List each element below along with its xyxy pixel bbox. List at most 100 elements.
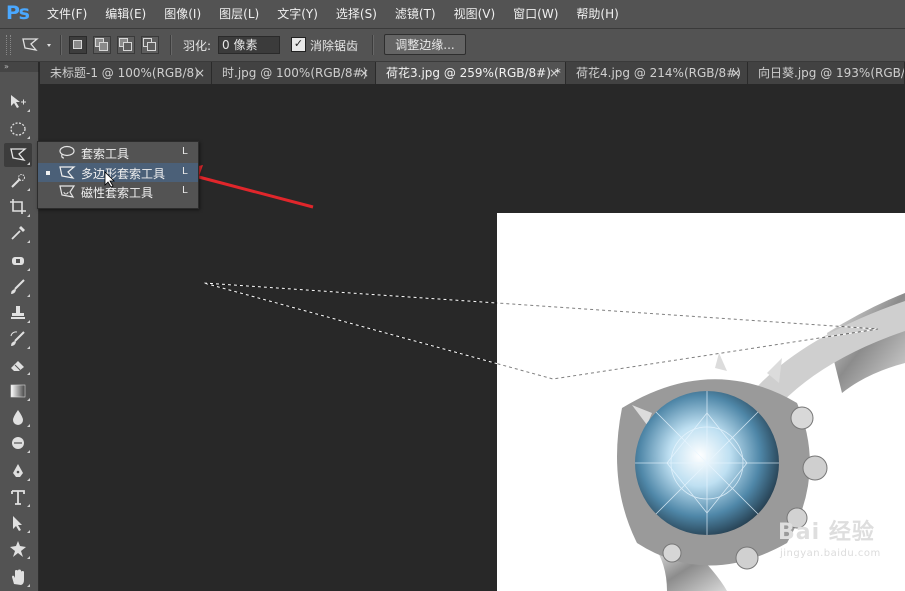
intersect-selection-button[interactable] (141, 36, 159, 54)
bandage-icon (12, 257, 24, 265)
tools-panel (0, 72, 39, 591)
move-tool[interactable] (4, 90, 32, 114)
options-bar: 羽化: 0 像素 ✓ 消除锯齿 调整边缘... (0, 29, 905, 62)
eraser-icon (11, 361, 24, 371)
stamp-icon (11, 306, 25, 319)
gradient-tool[interactable] (4, 379, 32, 403)
flyout-label: 套索工具 (81, 147, 130, 161)
magnetic-lasso-icon (59, 185, 76, 198)
tab-label: 未标题-1 @ 100%(RGB/8) (50, 66, 199, 80)
menu-image[interactable]: 图像(I) (155, 0, 210, 28)
flyout-label: 多边形套索工具 (81, 167, 166, 181)
healing-brush-tool[interactable] (4, 249, 32, 273)
tab-label: 时.jpg @ 100%(RGB/8#) (222, 66, 368, 80)
lasso-tool-flyout: 套索工具 L 多边形套索工具 L 磁性套索工具 L (37, 141, 199, 209)
lasso-icon (59, 145, 75, 159)
separator (372, 35, 374, 55)
path-selection-icon (13, 516, 22, 531)
marquee-tool[interactable] (4, 117, 32, 141)
history-brush-icon (10, 331, 25, 346)
separator (170, 35, 172, 55)
hand-icon (12, 569, 24, 585)
watermark-logo: Bai 经验 (778, 520, 875, 545)
menu-window[interactable]: 窗口(W) (504, 0, 567, 28)
brush-icon (11, 279, 25, 294)
custom-shape-tool[interactable] (4, 537, 32, 561)
antialias-checkbox[interactable]: ✓ (291, 37, 306, 52)
tab-untitled-1[interactable]: 未标题-1 @ 100%(RGB/8) × (40, 62, 212, 84)
flyout-item-lasso[interactable]: 套索工具 L (38, 143, 198, 162)
tab-label: 荷花4.jpg @ 214%(RGB/8#) (576, 66, 741, 80)
flyout-shortcut: L (182, 146, 188, 157)
add-to-selection-button[interactable] (93, 36, 111, 54)
subtract-from-selection-button[interactable] (117, 36, 135, 54)
menu-select[interactable]: 选择(S) (327, 0, 386, 28)
close-icon[interactable]: × (359, 62, 369, 84)
feather-label: 羽化: (183, 39, 212, 53)
tab-label: 荷花3.jpg @ 259%(RGB/8#) * (386, 66, 561, 80)
watermark-url: jingyan.baidu.com (780, 548, 881, 559)
path-selection-tool[interactable] (4, 511, 32, 535)
menu-file[interactable]: 文件(F) (38, 0, 96, 28)
menu-list: 文件(F) 编辑(E) 图像(I) 图层(L) 文字(Y) 选择(S) 滤镜(T… (38, 0, 628, 28)
menu-type[interactable]: 文字(Y) (268, 0, 327, 28)
brush-tool[interactable] (4, 275, 32, 299)
panel-collapse-button[interactable]: » (0, 62, 38, 72)
tab-shi-jpg[interactable]: 时.jpg @ 100%(RGB/8#) × (212, 62, 376, 84)
new-selection-button[interactable] (69, 36, 87, 54)
antialias-label: 消除锯齿 (310, 39, 359, 53)
dodge-tool[interactable] (4, 431, 32, 455)
quick-selection-icon (11, 174, 25, 188)
eyedropper-icon (11, 226, 25, 240)
refine-edge-button[interactable]: 调整边缘... (384, 34, 466, 55)
flyout-shortcut: L (182, 185, 188, 196)
options-grip[interactable] (6, 35, 11, 55)
pen-icon (13, 464, 23, 477)
menu-edit[interactable]: 编辑(E) (96, 0, 155, 28)
menu-filter[interactable]: 滤镜(T) (386, 0, 445, 28)
eyedropper-tool[interactable] (4, 221, 32, 245)
gradient-icon (10, 384, 26, 398)
document-tab-bar: 未标题-1 @ 100%(RGB/8) × 时.jpg @ 100%(RGB/8… (40, 62, 905, 84)
custom-shape-icon (10, 541, 26, 557)
tab-hehua3-jpg[interactable]: 荷花3.jpg @ 259%(RGB/8#) * × (376, 62, 566, 84)
close-icon[interactable]: × (731, 62, 741, 84)
tab-hehua4-jpg[interactable]: 荷花4.jpg @ 214%(RGB/8#) × (566, 62, 748, 84)
pen-tool[interactable] (4, 459, 32, 483)
type-tool[interactable] (4, 485, 32, 509)
menu-layer[interactable]: 图层(L) (210, 0, 268, 28)
move-icon (11, 95, 26, 108)
feather-input[interactable]: 0 像素 (218, 36, 280, 54)
dodge-icon (12, 437, 24, 449)
active-bullet-icon (46, 171, 50, 175)
tab-xiangrikui-jpg[interactable]: 向日葵.jpg @ 193%(RGB/8#) (748, 62, 905, 84)
menu-bar: Ps 文件(F) 编辑(E) 图像(I) 图层(L) 文字(Y) 选择(S) 滤… (0, 0, 905, 29)
hand-tool[interactable] (4, 565, 32, 589)
tab-label: 向日葵.jpg @ 193%(RGB/8#) (758, 66, 905, 80)
mouse-cursor-icon (104, 171, 115, 188)
eraser-tool[interactable] (4, 353, 32, 377)
polygonal-lasso-icon (59, 166, 76, 179)
type-icon (11, 490, 25, 505)
flyout-shortcut: L (182, 166, 188, 177)
polygonal-lasso-icon (22, 38, 51, 51)
history-brush-tool[interactable] (4, 327, 32, 351)
quick-selection-tool[interactable] (4, 169, 32, 193)
close-icon[interactable]: × (195, 62, 205, 84)
lasso-tool[interactable] (4, 143, 32, 167)
flyout-item-magnetic-lasso[interactable]: 磁性套索工具 L (38, 182, 198, 201)
elliptical-marquee-icon (10, 122, 26, 136)
clone-stamp-tool[interactable] (4, 301, 32, 325)
menu-help[interactable]: 帮助(H) (567, 0, 627, 28)
separator (60, 35, 62, 55)
polygonal-lasso-icon (10, 148, 27, 161)
flyout-item-polygonal-lasso[interactable]: 多边形套索工具 L (38, 163, 198, 182)
crop-icon (10, 199, 26, 214)
close-icon[interactable]: × (549, 62, 559, 84)
photoshop-logo: Ps (6, 2, 30, 24)
crop-tool[interactable] (4, 195, 32, 219)
blur-drop-icon (13, 410, 23, 425)
menu-view[interactable]: 视图(V) (445, 0, 505, 28)
tool-preset-picker[interactable] (20, 35, 54, 58)
blur-tool[interactable] (4, 405, 32, 429)
